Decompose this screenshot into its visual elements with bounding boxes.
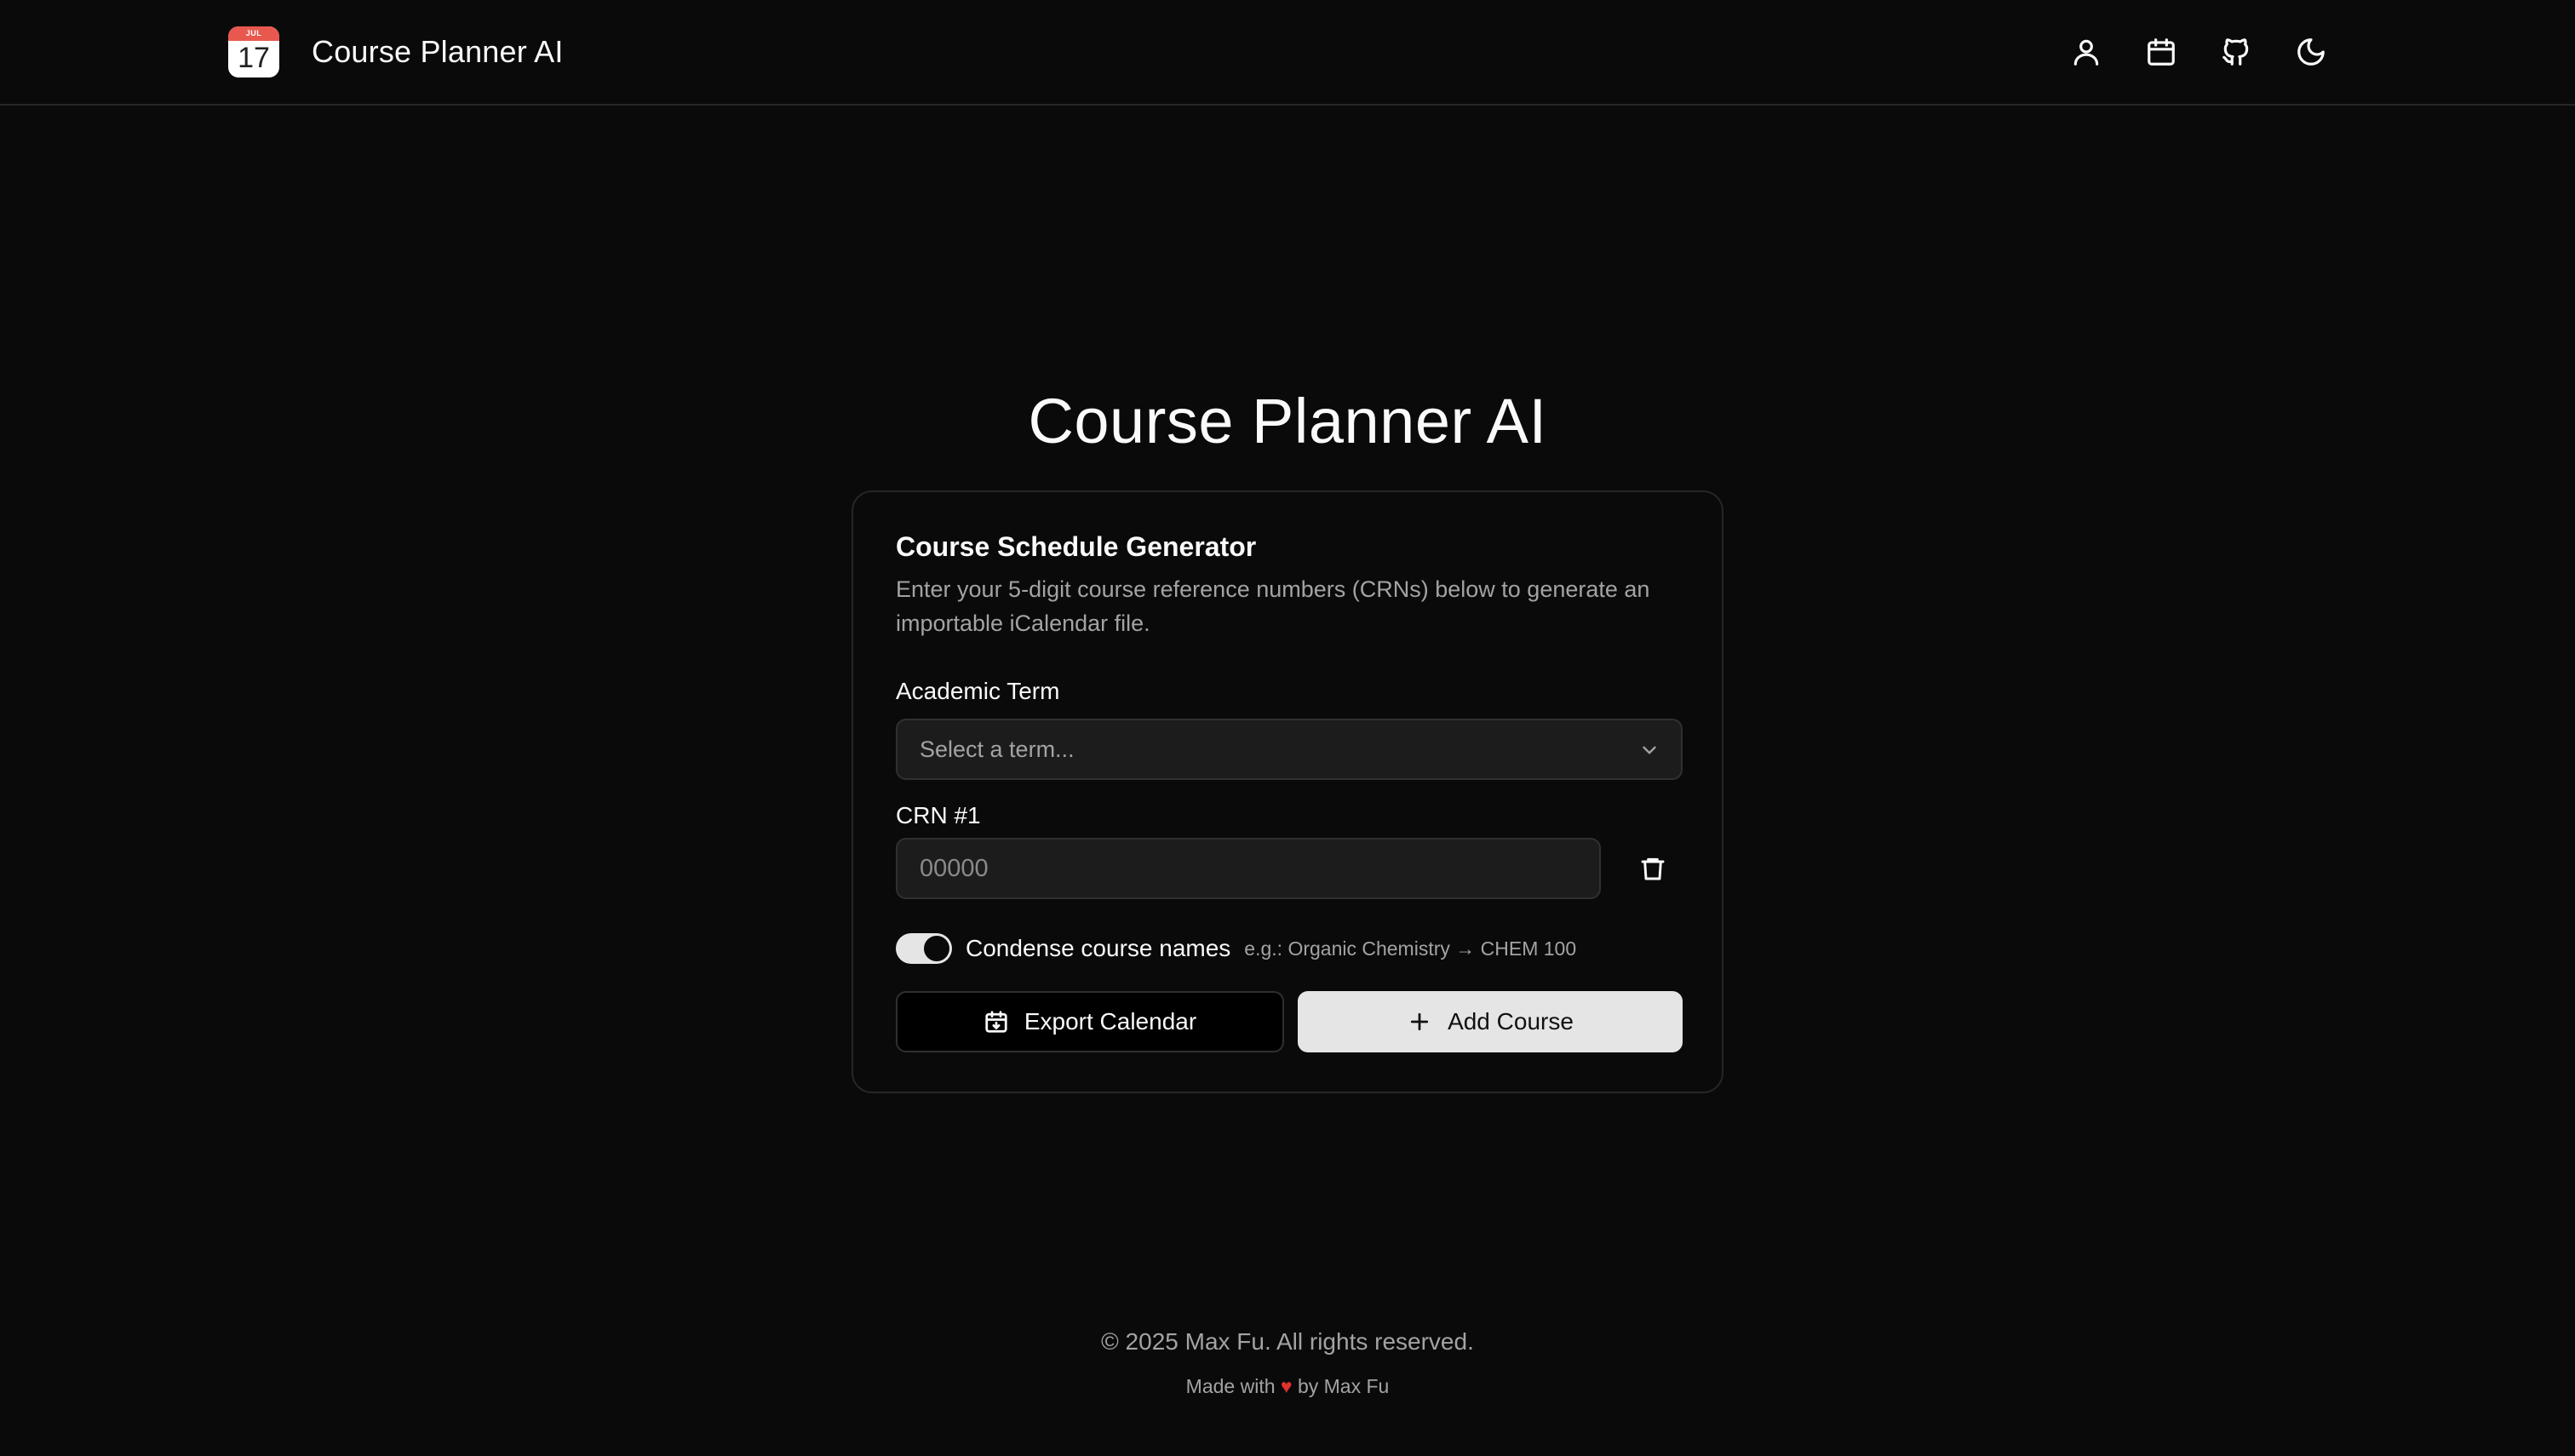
condense-row: Condense course names e.g.: Organic Chem… [896,931,1576,966]
trash-icon [1641,857,1665,880]
condense-toggle[interactable] [896,933,952,964]
plus-icon [1410,1012,1429,1031]
logo-day: 17 [238,42,270,74]
calendar-button[interactable] [2131,24,2192,80]
export-calendar-button[interactable]: Export Calendar [896,991,1284,1052]
add-course-label: Add Course [1448,1008,1574,1035]
github-button[interactable] [2205,24,2267,80]
user-icon [2073,39,2099,66]
condense-label: Condense course names [966,935,1231,961]
header-actions [2056,24,2342,80]
academic-term-select[interactable]: Select a term... [896,719,1683,780]
github-icon [2222,38,2249,66]
schedule-generator-card: Course Schedule Generator Enter your 5-d… [852,490,1723,1093]
footer-copyright: © 2025 Max Fu. All rights reserved. [1101,1328,1474,1355]
crn-label: CRN #1 [896,802,981,828]
brand[interactable]: JUL 17 Course Planner AI [228,24,564,80]
calendar-export-icon [985,1011,1007,1033]
chevron-down-icon [1638,739,1660,761]
brand-title[interactable]: Course Planner AI [312,34,564,70]
academic-term-label: Academic Term [896,678,1060,704]
crn-input[interactable] [896,838,1601,899]
heart-icon: ♥ [1280,1375,1293,1397]
academic-term-placeholder: Select a term... [920,736,1075,762]
made-with-prefix: Made with [1185,1375,1276,1397]
logo-month: JUL [228,26,279,41]
calendar-icon [2148,38,2175,66]
card-description: Enter your 5-digit course reference numb… [896,576,1650,636]
export-calendar-label: Export Calendar [1024,1008,1197,1035]
account-button[interactable] [2056,24,2117,80]
calendar-app-icon: JUL 17 [228,26,279,77]
top-nav-bar: JUL 17 Course Planner AI [0,0,2575,106]
condense-hint: e.g.: Organic Chemistry → CHEM 100 [1244,937,1577,960]
moon-icon [2297,38,2325,66]
toggle-knob [924,936,949,961]
footer-made-with: Made with ♥ by Max Fu [0,1375,2575,1398]
theme-toggle-button[interactable] [2280,24,2342,80]
delete-crn-button[interactable] [1623,840,1683,897]
made-with-suffix: by Max Fu [1297,1375,1390,1397]
card-title: Course Schedule Generator [896,531,1257,562]
page-title: Course Planner AI [1028,386,1547,456]
add-course-button[interactable]: Add Course [1298,991,1683,1052]
